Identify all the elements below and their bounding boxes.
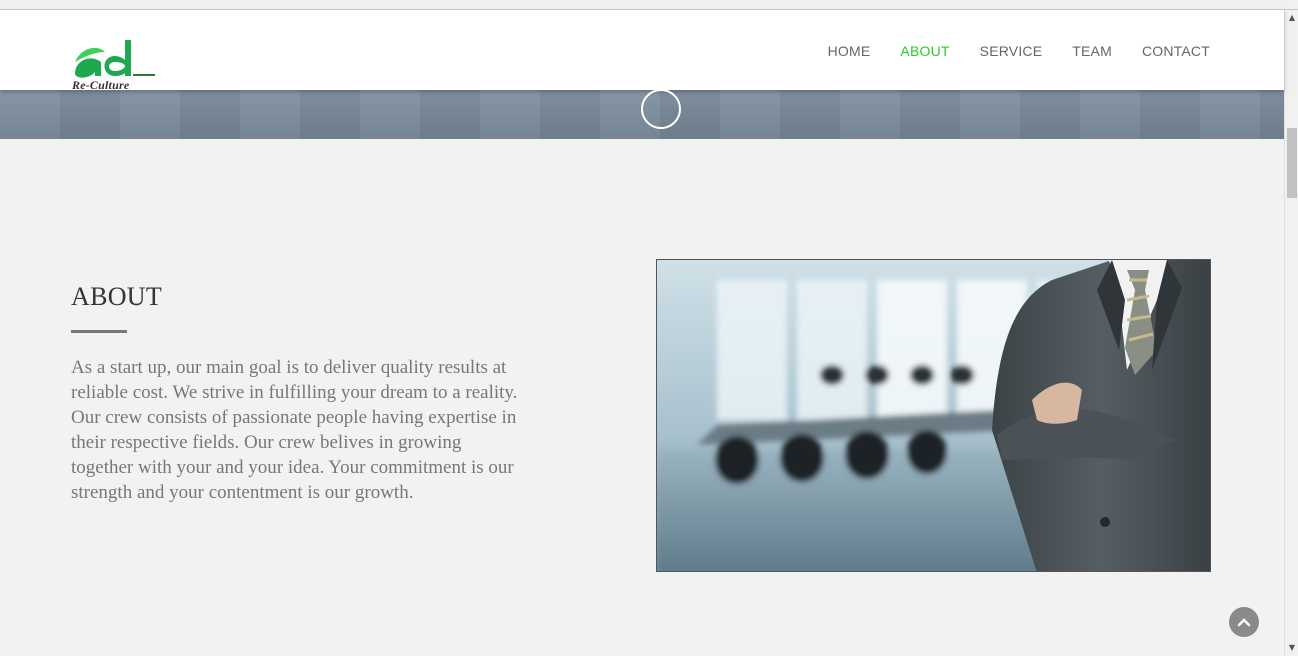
site-logo[interactable]: Re-Culture: [71, 38, 157, 92]
site-header: Re-Culture HOME ABOUT SERVICE TEAM CONTA…: [0, 10, 1284, 92]
scroll-up-arrow-icon[interactable]: ▲: [1285, 12, 1298, 24]
about-description: As a start up, our main goal is to deliv…: [71, 357, 518, 503]
nav-about[interactable]: ABOUT: [900, 43, 949, 59]
chevron-up-icon: [1237, 618, 1251, 627]
logo-mark-icon: [75, 40, 155, 78]
scroll-down-arrow-icon[interactable]: ▼: [1285, 642, 1298, 654]
main-nav: HOME ABOUT SERVICE TEAM CONTACT: [828, 43, 1210, 59]
about-image: [656, 259, 1211, 572]
logo-subtitle: Re-Culture: [72, 78, 130, 92]
browser-top-bar: [0, 0, 1298, 10]
about-title: ABOUT: [71, 282, 163, 311]
title-divider: [71, 330, 127, 333]
nav-contact[interactable]: CONTACT: [1142, 43, 1210, 59]
scrollbar-thumb[interactable]: [1287, 128, 1297, 198]
circle-icon[interactable]: [641, 89, 681, 129]
nav-service[interactable]: SERVICE: [980, 43, 1043, 59]
back-to-top-button[interactable]: [1229, 607, 1259, 637]
page-scrollbar[interactable]: ▲ ▼: [1284, 10, 1298, 656]
nav-home[interactable]: HOME: [828, 43, 871, 59]
nav-team[interactable]: TEAM: [1072, 43, 1112, 59]
